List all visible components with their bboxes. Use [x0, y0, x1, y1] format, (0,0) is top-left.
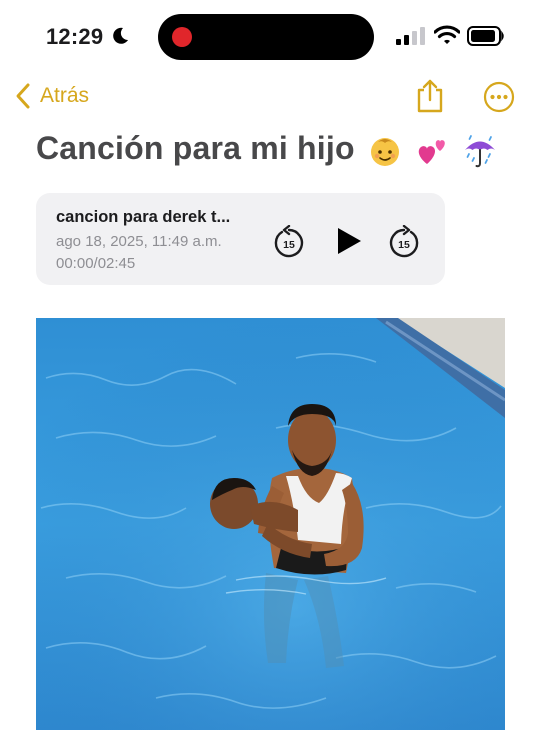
status-bar: 12:29	[0, 0, 540, 72]
battery-icon	[467, 26, 504, 46]
skip-back-seconds: 15	[283, 239, 295, 251]
navigation-bar: Atrás	[0, 72, 540, 122]
skip-back-15-icon[interactable]: 15	[273, 225, 305, 259]
moon-icon	[113, 27, 128, 44]
play-icon[interactable]	[336, 227, 362, 255]
dynamic-island	[158, 14, 374, 60]
status-time: 12:29	[46, 24, 104, 49]
note-title-text: Canción para mi hijo	[36, 130, 355, 166]
back-button[interactable]: Atrás	[14, 82, 89, 110]
share-icon[interactable]	[414, 78, 446, 114]
more-icon[interactable]	[483, 81, 515, 113]
skip-forward-15-icon[interactable]: 15	[388, 225, 420, 259]
audio-date: ago 18, 2025, 11:49 a.m.	[56, 233, 222, 250]
note-title[interactable]: Canción para mi hijo	[36, 130, 498, 169]
wifi-icon	[434, 25, 460, 44]
umbrella-rain-emoji	[462, 133, 498, 169]
pool-photo-image	[36, 318, 505, 730]
audio-recording-card[interactable]: cancion para derek t... ago 18, 2025, 11…	[36, 193, 445, 285]
baby-emoji	[368, 134, 402, 168]
audio-duration: 00:00/02:45	[56, 255, 136, 272]
chevron-left-icon	[16, 83, 30, 109]
note-photo[interactable]	[36, 318, 505, 730]
recording-indicator	[172, 27, 192, 47]
two-hearts-emoji	[415, 134, 449, 168]
skip-forward-seconds: 15	[398, 239, 410, 251]
audio-title: cancion para derek t...	[56, 208, 231, 226]
signal-icon	[396, 27, 425, 45]
back-label: Atrás	[40, 84, 90, 107]
